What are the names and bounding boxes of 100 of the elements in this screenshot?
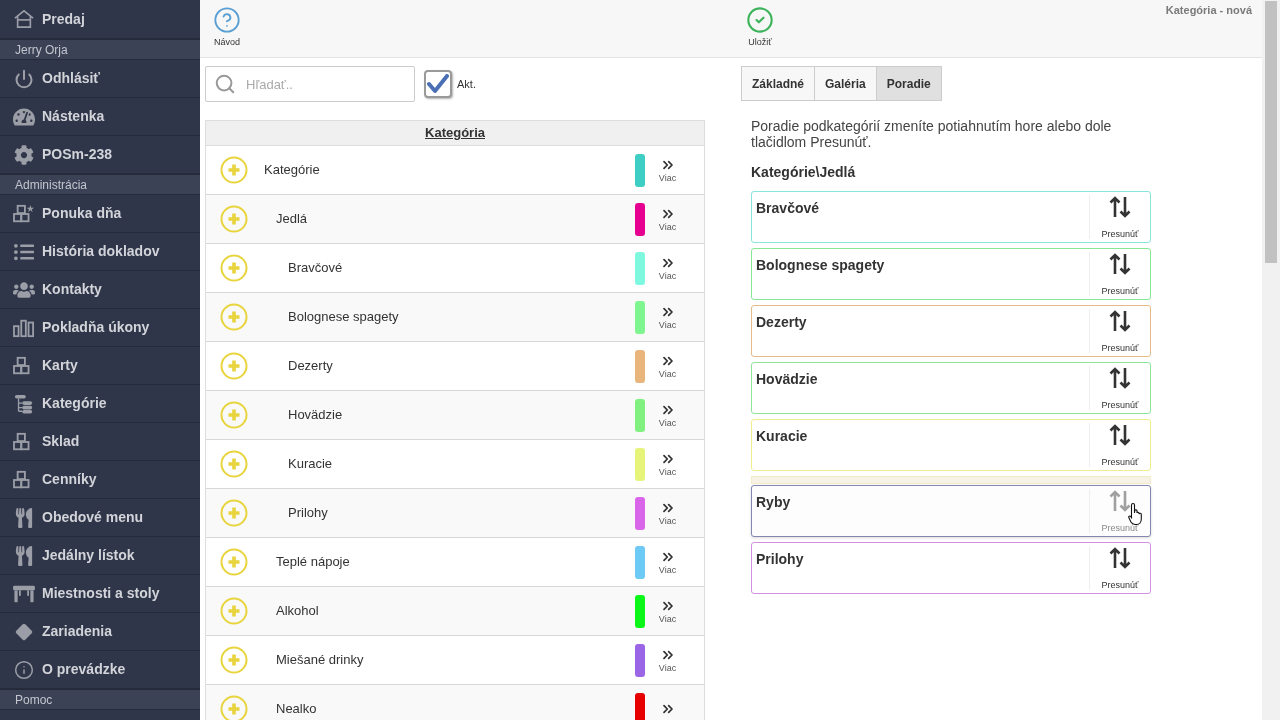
tab[interactable]: Základné	[741, 66, 816, 101]
more-button[interactable]: Viac	[655, 353, 680, 379]
list-icon	[13, 241, 35, 262]
more-button[interactable]: Viac	[655, 402, 680, 428]
power-icon	[13, 68, 35, 89]
plus-circle-icon	[220, 303, 248, 331]
save-button[interactable]: Uložiť	[744, 0, 776, 48]
category-name: Kategórie	[264, 161, 320, 180]
sidebar-item[interactable]: Karty	[0, 347, 86, 384]
sidebar-item[interactable]: O prevádzke	[0, 651, 134, 688]
column-header[interactable]: Kategória	[425, 123, 485, 143]
more-button[interactable]: Viac	[655, 500, 680, 526]
add-button[interactable]	[220, 450, 248, 478]
move-button[interactable]: Presunúť	[1089, 195, 1150, 239]
check-circle-icon	[746, 6, 774, 34]
more-button[interactable]: Viac	[655, 304, 680, 330]
checkbox[interactable]	[424, 70, 452, 98]
card-title: Hovädzie	[755, 370, 819, 389]
category-name: Teplé nápoje	[276, 553, 350, 572]
move-button[interactable]: Presunúť	[1089, 252, 1150, 296]
card-title: Prilohy	[755, 550, 805, 569]
card-title: Bravčové	[755, 199, 821, 218]
category-name: Prilohy	[288, 504, 328, 523]
sidebar-item[interactable]: Cenníky	[0, 461, 105, 498]
card-title: Bolognese spagety	[755, 256, 886, 275]
sidebar-section-label: Administrácia	[15, 178, 88, 191]
more-button[interactable]: Viac	[655, 157, 680, 183]
more-button[interactable]: Viac	[655, 598, 680, 624]
sidebar-item[interactable]: Kontakty	[0, 271, 110, 308]
utensils-icon	[13, 507, 35, 528]
table-icon	[13, 583, 35, 604]
checkbox-label: Akt.	[457, 76, 476, 92]
more-button[interactable]: Viac	[655, 549, 680, 575]
help-button[interactable]: Návod	[211, 0, 243, 48]
sidebar-section-label: Jerry Orja	[15, 43, 68, 56]
tree-icon	[13, 393, 35, 414]
tab[interactable]: Poradie	[875, 66, 942, 101]
add-button[interactable]	[220, 205, 248, 233]
move-button[interactable]: Presunúť	[1089, 309, 1150, 353]
sidebar-item[interactable]: Odhlásiť	[0, 60, 109, 97]
add-button[interactable]	[220, 254, 248, 282]
add-button[interactable]	[220, 352, 248, 380]
info-icon	[13, 659, 35, 680]
instructions-text: Poradie podkategórií zmeníte potiahnutím hore alebo dole tlačidlom Presunúť.	[751, 118, 1113, 150]
add-button[interactable]	[220, 695, 248, 720]
sidebar-item[interactable]: Nástenka	[0, 98, 113, 135]
plus-circle-icon	[220, 401, 248, 429]
sidebar-item[interactable]: Miestnosti a stoly	[0, 575, 168, 612]
sidebar-item[interactable]: Obedové menu	[0, 499, 152, 536]
plus-circle-icon	[220, 597, 248, 625]
utensils-icon	[13, 545, 35, 566]
add-button[interactable]	[220, 499, 248, 527]
search-icon	[214, 73, 236, 95]
sidebar-item[interactable]: Predaj	[0, 0, 93, 38]
up-down-arrows-icon	[1109, 547, 1131, 569]
search-field[interactable]: Hľadať..	[205, 66, 415, 102]
category-name: Nealko	[276, 700, 317, 719]
more-button[interactable]: Viac	[655, 206, 680, 232]
more-button[interactable]: Viac	[655, 647, 680, 673]
users-icon	[13, 279, 35, 300]
page-title: Kategória - nová	[1165, 3, 1253, 18]
plus-circle-icon	[220, 254, 248, 282]
add-button[interactable]	[220, 303, 248, 331]
card-title: Kuracie	[755, 427, 809, 446]
sidebar-item[interactable]: Jedálny lístok	[0, 537, 143, 574]
more-button[interactable]: Viac	[655, 451, 680, 477]
scrollbar-thumb[interactable]	[1265, 1, 1277, 263]
add-button[interactable]	[220, 646, 248, 674]
card-title: Ryby	[755, 493, 792, 512]
sidebar-item[interactable]: Zariadenia	[0, 613, 121, 650]
sidebar-item[interactable]: Sklad	[0, 423, 88, 460]
add-button[interactable]	[220, 156, 248, 184]
add-button[interactable]	[220, 401, 248, 429]
move-button[interactable]: Presunúť	[1089, 423, 1150, 467]
category-name: Dezerty	[288, 357, 333, 376]
plus-circle-icon	[220, 450, 248, 478]
up-down-arrows-icon	[1109, 253, 1131, 275]
add-button[interactable]	[220, 597, 248, 625]
sidebar-item[interactable]: Pokladňa úkony	[0, 309, 158, 346]
category-path: Kategórie\Jedlá	[751, 164, 857, 180]
up-down-arrows-icon	[1109, 196, 1131, 218]
category-name: Miešané drinky	[276, 651, 364, 670]
help-icon	[213, 6, 241, 34]
more-button[interactable]: Viac	[655, 255, 680, 281]
category-name: Bravčové	[288, 259, 343, 278]
sidebar-item[interactable]: História dokladov	[0, 233, 168, 270]
boxes-star-icon	[13, 203, 35, 224]
sidebar-item[interactable]: Kategórie	[0, 385, 115, 422]
sidebar-item[interactable]: POSm-238	[0, 136, 121, 173]
card-title: Dezerty	[755, 313, 808, 332]
move-button[interactable]: Presunúť	[1089, 489, 1150, 533]
sidebar-item[interactable]: Ponuka dňa	[0, 195, 130, 232]
gauge-icon	[13, 106, 35, 127]
tab[interactable]: Galéria	[814, 66, 877, 101]
move-button[interactable]: Presunúť	[1089, 546, 1150, 590]
add-button[interactable]	[220, 548, 248, 576]
plus-circle-icon	[220, 156, 248, 184]
check-icon	[427, 74, 449, 94]
move-button[interactable]: Presunúť	[1089, 366, 1150, 410]
category-name: Bolognese spagety	[288, 308, 399, 327]
